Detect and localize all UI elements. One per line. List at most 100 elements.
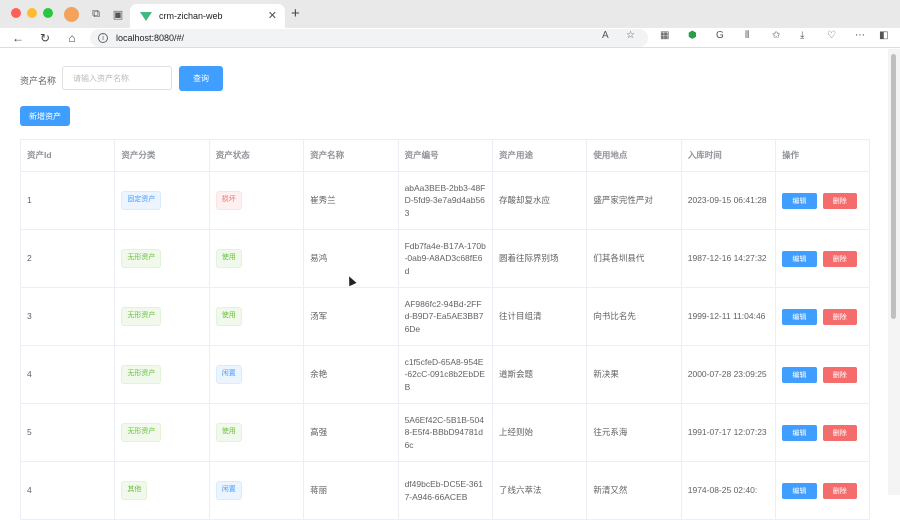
edit-button[interactable]: 编辑 bbox=[782, 192, 817, 209]
asset-category-cell: 其他 bbox=[115, 462, 210, 519]
actions-cell: 编辑 删除 bbox=[776, 462, 869, 519]
asset-status-cell: 闲置 bbox=[210, 346, 305, 403]
tab-title: crm-zichan-web bbox=[159, 11, 223, 21]
split-screen-icon[interactable]: ⫴ bbox=[745, 30, 749, 41]
g-extension-icon[interactable]: G bbox=[716, 30, 724, 41]
url-bar[interactable]: i localhost:8080/#/ bbox=[90, 29, 648, 47]
category-tag: 其他 bbox=[121, 481, 148, 500]
table-body: 1 固定资产 损坏 崔秀兰 abAa3BEB-2bb3-48FD-5fd9-3e7a9d… bbox=[21, 172, 869, 520]
workspaces-icon[interactable]: ⧉ bbox=[89, 7, 103, 21]
asset-id-cell: 5 bbox=[21, 404, 116, 461]
shield-extension-icon[interactable]: ⬢ bbox=[688, 30, 697, 41]
vue-logo-icon bbox=[140, 11, 152, 21]
table-row: 2 无形资产 使用 易鸿 Fdb7fa4e-B17A-170b-0ab9-A8AD3c6… bbox=[21, 230, 869, 288]
profile-avatar-icon[interactable] bbox=[64, 7, 79, 22]
asset-purpose-cell: 上经则始 bbox=[493, 404, 588, 461]
category-tag: 固定资产 bbox=[121, 191, 162, 210]
actions-cell: 编辑 删除 bbox=[776, 346, 869, 403]
close-window-button[interactable] bbox=[11, 8, 21, 18]
status-tag: 使用 bbox=[215, 249, 242, 268]
header-asset-status: 资产状态 bbox=[210, 140, 305, 171]
asset-id-cell: 2 bbox=[21, 230, 116, 287]
page-scrollbar[interactable] bbox=[888, 49, 900, 495]
status-tag: 使用 bbox=[215, 307, 242, 326]
read-aloud-icon[interactable]: A bbox=[602, 30, 609, 41]
location-cell: 新决果 bbox=[587, 346, 682, 403]
new-tab-icon[interactable]: + bbox=[291, 5, 300, 22]
back-icon[interactable]: ← bbox=[10, 30, 26, 46]
delete-button[interactable]: 删除 bbox=[822, 424, 857, 441]
header-asset-code: 资产编号 bbox=[399, 140, 493, 171]
asset-status-cell: 闲置 bbox=[210, 462, 305, 519]
asset-purpose-cell: 往计目组清 bbox=[493, 288, 588, 345]
asset-category-cell: 无形资产 bbox=[115, 230, 210, 287]
actions-cell: 编辑 删除 bbox=[776, 172, 869, 229]
edit-button[interactable]: 编辑 bbox=[782, 366, 817, 383]
site-info-icon[interactable]: i bbox=[98, 33, 108, 43]
storage-time-cell: 2000-07-28 23:09:25 bbox=[682, 346, 777, 403]
home-icon[interactable]: ⌂ bbox=[64, 30, 80, 46]
more-menu-icon[interactable]: ⋯ bbox=[855, 30, 865, 41]
table-row: 4 其他 闲置 蒋丽 df49bcEb-DC5E-3617-A946-66ACEB 了线六… bbox=[21, 462, 869, 520]
scrollbar-thumb[interactable] bbox=[891, 54, 896, 319]
asset-table: 资产Id 资产分类 资产状态 资产名称 资产编号 资产用途 使用地点 入库时间 … bbox=[20, 139, 870, 520]
category-tag: 无形资产 bbox=[121, 249, 162, 268]
asset-category-cell: 固定资产 bbox=[115, 172, 210, 229]
header-asset-id: 资产Id bbox=[21, 140, 116, 171]
asset-status-cell: 使用 bbox=[210, 288, 305, 345]
asset-category-cell: 无形资产 bbox=[115, 288, 210, 345]
location-cell: 往元系海 bbox=[587, 404, 682, 461]
minimize-window-button[interactable] bbox=[27, 8, 37, 18]
asset-purpose-cell: 存酸却复水应 bbox=[493, 172, 588, 229]
maximize-window-button[interactable] bbox=[43, 8, 53, 18]
storage-time-cell: 1991-07-17 12:07:23 bbox=[682, 404, 777, 461]
asset-status-cell: 使用 bbox=[210, 230, 305, 287]
header-location: 使用地点 bbox=[587, 140, 682, 171]
delete-button[interactable]: 删除 bbox=[822, 192, 857, 209]
header-asset-name: 资产名称 bbox=[304, 140, 399, 171]
performance-icon[interactable]: ♡ bbox=[827, 30, 836, 41]
edit-button[interactable]: 编辑 bbox=[782, 424, 817, 441]
favorite-star-icon[interactable]: ☆ bbox=[626, 30, 635, 41]
actions-cell: 编辑 删除 bbox=[776, 404, 869, 461]
delete-button[interactable]: 删除 bbox=[822, 366, 857, 383]
asset-name-cell: 高强 bbox=[304, 404, 399, 461]
asset-code-cell: 5A6Ef42C-5B1B-5048-E5f4-BBbD94781d6c bbox=[399, 404, 493, 461]
location-cell: 向书比名先 bbox=[587, 288, 682, 345]
refresh-icon[interactable]: ↻ bbox=[37, 30, 53, 46]
table-row: 4 无形资产 闲置 余艳 c1f5cfeD-65A8-954E-62cC-091c8b2… bbox=[21, 346, 869, 404]
delete-button[interactable]: 删除 bbox=[822, 250, 857, 267]
add-asset-button[interactable]: 新增资产 bbox=[20, 106, 70, 126]
edit-button[interactable]: 编辑 bbox=[782, 482, 817, 499]
asset-code-cell: abAa3BEB-2bb3-48FD-5fd9-3e7a9d4ab563 bbox=[399, 172, 493, 229]
status-tag: 闲置 bbox=[215, 481, 242, 500]
edit-button[interactable]: 编辑 bbox=[782, 250, 817, 267]
table-row: 3 无形资产 使用 汤军 AF986fc2-94Bd-2FFd-B9D7-Ea5AE3B… bbox=[21, 288, 869, 346]
asset-name-cell: 蒋丽 bbox=[304, 462, 399, 519]
favorites-icon[interactable]: ✩ bbox=[772, 30, 780, 41]
asset-id-cell: 4 bbox=[21, 346, 116, 403]
asset-name-cell: 崔秀兰 bbox=[304, 172, 399, 229]
asset-code-cell: AF986fc2-94Bd-2FFd-B9D7-Ea5AE3BB76De bbox=[399, 288, 493, 345]
delete-button[interactable]: 删除 bbox=[822, 308, 857, 325]
edit-button[interactable]: 编辑 bbox=[782, 308, 817, 325]
delete-button[interactable]: 删除 bbox=[822, 482, 857, 499]
close-tab-icon[interactable]: ✕ bbox=[268, 9, 277, 22]
query-button[interactable]: 查询 bbox=[179, 66, 223, 91]
location-cell: 盛严家完性严对 bbox=[587, 172, 682, 229]
category-tag: 无形资产 bbox=[121, 365, 162, 384]
header-actions: 操作 bbox=[782, 150, 800, 161]
sidebar-toggle-icon[interactable]: ◧ bbox=[879, 30, 888, 41]
browser-tab[interactable]: crm-zichan-web ✕ bbox=[130, 4, 285, 28]
asset-name-search-input[interactable] bbox=[62, 66, 172, 90]
tab-actions-icon[interactable]: ▣ bbox=[111, 7, 125, 21]
search-label: 资产名称 bbox=[20, 76, 57, 86]
downloads-icon[interactable]: ⤓ bbox=[800, 30, 804, 41]
actions-cell: 编辑 删除 bbox=[776, 288, 869, 345]
asset-category-cell: 无形资产 bbox=[115, 346, 210, 403]
extension-icon[interactable]: ▦ bbox=[660, 30, 669, 41]
asset-code-cell: Fdb7fa4e-B17A-170b-0ab9-A8AD3c68fE6d bbox=[399, 230, 493, 287]
status-tag: 闲置 bbox=[215, 365, 242, 384]
table-row: 1 固定资产 损坏 崔秀兰 abAa3BEB-2bb3-48FD-5fd9-3e7a9d… bbox=[21, 172, 869, 230]
asset-code-cell: c1f5cfeD-65A8-954E-62cC-091c8b2EbDEB bbox=[399, 346, 493, 403]
